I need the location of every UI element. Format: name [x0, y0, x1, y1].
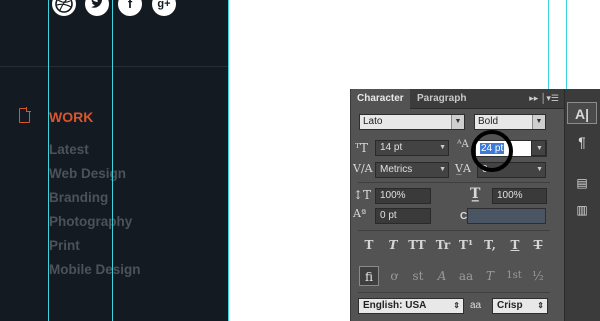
panel-divider — [358, 182, 550, 183]
small-caps-button[interactable]: Tr — [433, 237, 453, 253]
header-divider — [0, 66, 229, 67]
panel-divider — [358, 230, 550, 231]
titling-alternates-button[interactable]: T — [480, 266, 500, 286]
tracking-icon: V̲A — [455, 162, 471, 175]
chevron-down-icon: ▼ — [536, 145, 543, 152]
font-family-value: Lato — [363, 116, 383, 127]
faux-bold-button[interactable]: T — [361, 237, 377, 253]
color-swatch[interactable] — [467, 208, 546, 224]
guide-line — [48, 0, 49, 321]
antialias-value: Crisp — [497, 300, 523, 311]
underline-button[interactable]: T — [507, 237, 523, 253]
subscript-button[interactable]: T, — [482, 237, 498, 253]
nav-subitem-mobile-design[interactable]: Mobile Design — [49, 262, 141, 277]
leading-icon: ᴬA — [457, 139, 469, 150]
guide-line — [548, 0, 549, 89]
chevron-down-icon: ▼ — [532, 115, 545, 129]
updown-arrow-icon: ⇕ — [537, 301, 544, 310]
horizontal-scale-field[interactable]: 100% — [492, 188, 547, 204]
font-size-field[interactable]: 14 pt ▼ — [375, 140, 449, 156]
baseline-shift-icon: Aª — [353, 207, 367, 220]
chevron-down-icon: ▼ — [451, 115, 464, 129]
kerning-field[interactable]: Metrics ▼ — [375, 162, 449, 178]
twitter-icon[interactable] — [85, 0, 109, 16]
stylistic-alternates-button[interactable]: aa — [456, 266, 476, 286]
antialias-select[interactable]: Crisp ⇕ — [492, 298, 548, 314]
baseline-shift-field[interactable]: 0 pt — [375, 208, 431, 224]
chevron-down-icon: ▼ — [439, 144, 446, 151]
language-select[interactable]: English: USA ⇕ — [358, 298, 464, 314]
nav-subitem-photography[interactable]: Photography — [49, 214, 132, 229]
all-caps-button[interactable]: TT — [407, 237, 427, 253]
leading-dropdown[interactable]: ▼ — [531, 140, 546, 156]
faux-italic-button[interactable]: T — [385, 237, 401, 253]
chevron-down-icon: ▼ — [439, 166, 446, 173]
font-style-value: Bold — [478, 116, 499, 127]
discretionary-ligatures-button[interactable]: st — [408, 266, 428, 286]
ligatures-button[interactable]: fi — [359, 266, 379, 286]
vertical-scale-icon: ↕T — [353, 188, 372, 202]
horizontal-scale-icon: T̲ — [470, 186, 481, 202]
kerning-value: Metrics — [380, 164, 413, 175]
horizontal-scale-value: 100% — [497, 190, 523, 201]
dribbble-icon[interactable] — [52, 0, 76, 16]
swash-button[interactable]: A — [432, 266, 452, 286]
nav-subitem-print[interactable]: Print — [49, 238, 80, 253]
paragraph-styles-icon[interactable]: ▥ — [567, 199, 597, 221]
nav-item-work[interactable]: WORK — [49, 109, 93, 125]
updown-arrow-icon: ⇕ — [453, 301, 460, 310]
panel-menu-icon[interactable]: ▸▸ │▾☰ — [529, 93, 559, 104]
tab-paragraph[interactable]: Paragraph — [411, 89, 472, 109]
language-value: English: USA — [363, 300, 427, 311]
facebook-icon[interactable]: f — [118, 0, 142, 16]
facebook-glyph: f — [127, 0, 133, 11]
google-plus-icon[interactable]: g+ — [152, 0, 176, 16]
panel-divider — [358, 292, 550, 293]
font-style-select[interactable]: Bold ▼ — [474, 114, 546, 130]
tab-character[interactable]: Character — [351, 89, 410, 109]
chevron-down-icon: ▼ — [536, 166, 543, 173]
baseline-shift-value: 0 pt — [380, 210, 397, 221]
character-panel-icon[interactable]: A| — [567, 102, 597, 124]
guide-line — [566, 0, 567, 89]
character-styles-icon[interactable]: ▤ — [567, 172, 597, 194]
font-size-icon: ᵀT — [355, 141, 369, 155]
vertical-scale-field[interactable]: 100% — [375, 188, 431, 204]
nav-subitem-branding[interactable]: Branding — [49, 190, 108, 205]
superscript-button[interactable]: T¹ — [458, 237, 474, 253]
font-size-value: 14 pt — [380, 142, 403, 153]
paragraph-panel-icon[interactable]: ¶ — [567, 131, 597, 153]
kerning-icon: V/A — [353, 162, 373, 175]
highlight-circle — [471, 130, 513, 172]
document-icon — [19, 107, 31, 123]
website-preview: f g+ WORK Latest Web Design Branding Pho… — [0, 0, 229, 321]
ordinals-button[interactable]: 1st — [504, 266, 524, 286]
old-style-button[interactable]: ơ — [384, 266, 404, 286]
fractions-button[interactable]: ½ — [528, 266, 548, 286]
nav-subitem-web-design[interactable]: Web Design — [49, 166, 126, 181]
antialias-icon: aa — [470, 300, 482, 311]
font-family-select[interactable]: Lato ▼ — [359, 114, 465, 130]
strikethrough-button[interactable]: T — [530, 237, 546, 253]
vertical-scale-value: 100% — [380, 190, 406, 201]
panel-tab-bar: Character Paragraph ▸▸ │▾☰ — [351, 89, 565, 109]
google-plus-glyph: g+ — [157, 0, 171, 10]
guide-line — [112, 0, 113, 321]
nav-subitem-latest[interactable]: Latest — [49, 142, 89, 157]
guide-line — [228, 0, 229, 321]
